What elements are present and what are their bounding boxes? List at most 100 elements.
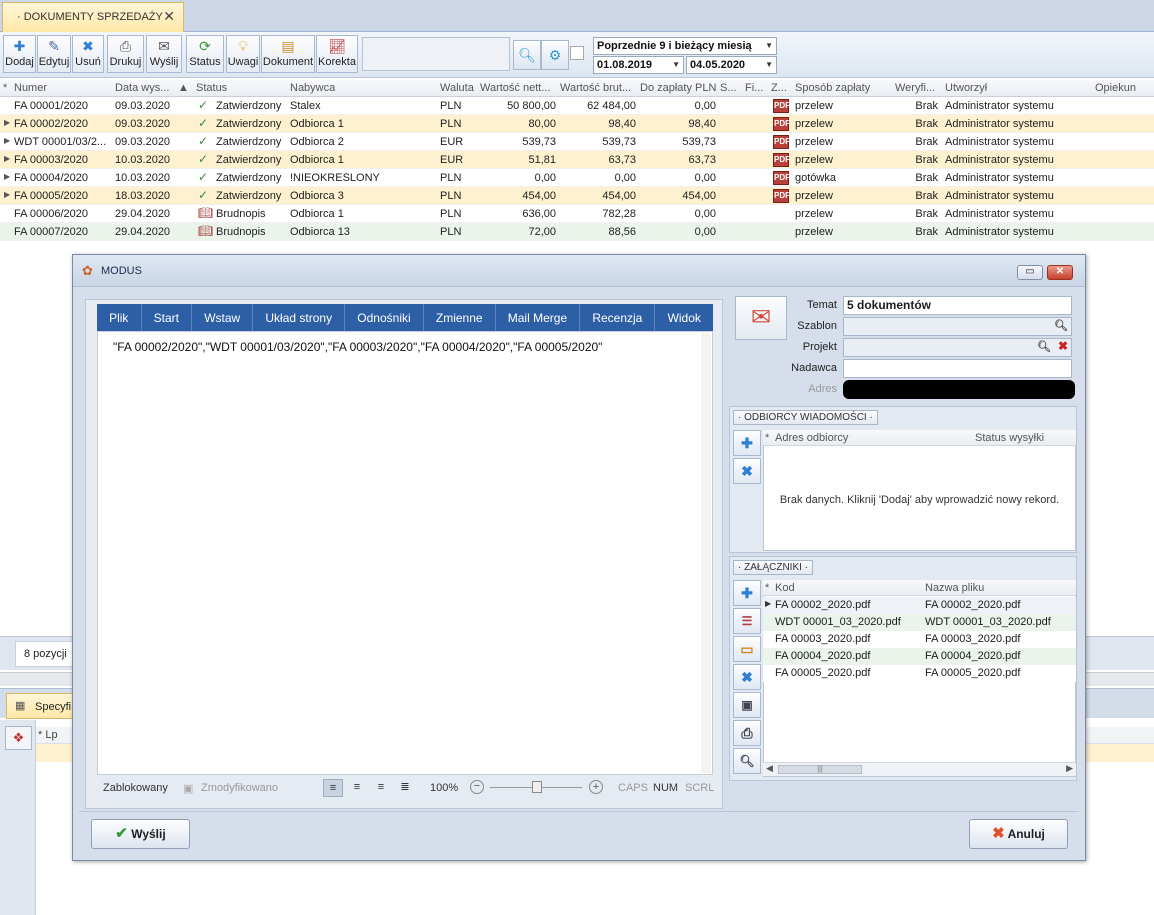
col-header-created-by[interactable]: Utworzył [945,82,987,94]
add-recipient-button[interactable]: ✚ [733,430,761,456]
ribbon-tab-page-layout[interactable]: Układ strony [253,304,346,331]
attachment-row[interactable]: FA 00003_2020.pdf FA 00003_2020.pdf [763,631,1076,648]
scroll-thumb[interactable]: ||| [778,765,862,774]
ribbon-tab-start[interactable]: Start [142,304,193,331]
attachment-row[interactable]: WDT 00001_03_2020.pdf WDT 00001_03_2020.p… [763,614,1076,631]
scroll-right-icon[interactable]: ▶ [1066,763,1073,774]
filter-checkbox[interactable] [570,46,584,60]
col-header-payment[interactable]: Sposób zapłaty [795,82,870,94]
col-header-currency[interactable]: Waluta [440,82,474,94]
table-row[interactable]: ▶ ✓ FA 00002/2020 09.03.2020 Zatwierdzony Odb… [0,115,1154,133]
attachments-hscrollbar[interactable]: ◀ ||| ▶ [763,762,1076,776]
col-header-supervisor[interactable]: Opiekun [1095,82,1136,94]
message-body-editor[interactable] [97,331,713,775]
ribbon-tab-view[interactable]: Widok [655,304,713,331]
print-button[interactable]: ⎙ Drukuj [107,35,144,73]
search-icon[interactable]: 🔍︎ [1054,319,1068,332]
zoom-out-icon[interactable]: − [470,780,484,794]
gift-icon[interactable]: ❖ [5,726,32,750]
pdf-icon[interactable]: PDF [773,189,790,203]
search-icon[interactable]: 🔍︎ [1037,340,1051,353]
printer-icon[interactable]: ⎙ [733,720,761,746]
col-header-date[interactable]: Data wys... [115,82,177,94]
clear-x-icon[interactable]: ✖ [1058,339,1068,353]
restore-icon[interactable]: ▭ [1017,265,1043,280]
ribbon-tab-review[interactable]: Recenzja [580,304,656,331]
align-justify-icon[interactable]: ≣ [395,779,415,797]
align-left-icon[interactable]: ≡ [323,779,343,797]
col-header-net[interactable]: Wartość nett... [480,82,558,94]
status-button[interactable]: ⟳ Status [186,35,224,73]
table-row[interactable]: 📖︎ FA 00007/2020 29.04.2020 Brudnopis Odbior… [0,223,1154,241]
table-row[interactable]: ▶ ✓ WDT 00001/03/2... 09.03.2020 Zatwierdzon… [0,133,1154,151]
col-header-verification[interactable]: Weryfi... [895,82,941,94]
pdf-icon[interactable]: PDF [773,135,790,149]
search-input[interactable] [362,37,510,71]
ribbon-tab-insert[interactable]: Wstaw [192,304,254,331]
col-header-recipient-address[interactable]: Adres odbiorcy [775,432,848,444]
cancel-button[interactable]: ✖ Anuluj [969,819,1068,849]
row-expand-icon[interactable]: ▶ [4,154,10,163]
period-select[interactable]: Poprzednie 9 i bieżący miesią ▼ [593,37,777,55]
date-to-field[interactable]: 04.05.2020 ▼ [686,56,777,74]
document-button[interactable]: ▤ Dokument [261,35,315,73]
tab-specification[interactable]: ▦ Specyfi [6,693,76,719]
preview-icon[interactable]: 🔍︎ [733,748,761,774]
table-row[interactable]: ▶ ✓ FA 00004/2020 10.03.2020 Zatwierdzony !NI… [0,169,1154,187]
edit-button[interactable]: ✎ Edytuj [37,35,71,73]
save-icon[interactable]: ▣ [733,692,761,718]
editor-scrollbar[interactable] [701,333,711,773]
notes-button[interactable]: 💡︎ Uwagi [226,35,260,73]
subject-field[interactable]: 5 dokumentów [843,296,1072,315]
template-field[interactable]: 🔍︎ [843,317,1072,336]
scroll-left-icon[interactable]: ◀ [766,763,773,774]
delete-recipient-button[interactable]: ✖ [733,458,761,484]
add-attachment-button[interactable]: ✚ [733,580,761,606]
search-icon[interactable]: 🔍︎ [513,40,541,70]
attachment-row[interactable]: FA 00004_2020.pdf FA 00004_2020.pdf [763,648,1076,665]
align-center-icon[interactable]: ≡ [347,779,367,797]
table-row[interactable]: ✓ FA 00001/2020 09.03.2020 Zatwierdzony Stal… [0,97,1154,115]
close-icon[interactable]: ✕ [163,8,175,25]
pdf-icon[interactable]: PDF [773,171,790,185]
tab-documents-sales[interactable]: · DOKUMENTY SPRZEDAŻY · ✕ [2,2,184,32]
col-header-gross[interactable]: Wartość brut... [560,82,638,94]
pdf-icon[interactable]: PDF [773,117,790,131]
send-button[interactable]: ✉ Wyślij [146,35,182,73]
col-header-status[interactable]: Status [196,82,227,94]
row-expand-icon[interactable]: ▶ [4,172,10,181]
col-header-s[interactable]: S... [720,82,737,94]
table-row[interactable]: ▶ ✓ FA 00005/2020 18.03.2020 Zatwierdzony Odb… [0,187,1154,205]
table-row[interactable]: 📖︎ FA 00006/2020 29.04.2020 Brudnopis Odbior… [0,205,1154,223]
col-header-send-status[interactable]: Status wysyłki [975,432,1044,444]
correction-button[interactable]: 📈︎ Korekta [316,35,358,73]
attachment-row[interactable]: FA 00005_2020.pdf FA 00005_2020.pdf [763,665,1076,682]
delete-attachment-button[interactable]: ✖ [733,664,761,690]
row-expand-icon[interactable]: ▶ [4,136,10,145]
project-field[interactable]: 🔍︎ ✖ [843,338,1072,357]
close-icon[interactable]: ✕ [1047,265,1073,280]
ribbon-tab-file[interactable]: Plik [97,304,142,331]
row-expand-icon[interactable]: ▶ [4,190,10,199]
list-icon[interactable]: ☰ [733,608,761,634]
pdf-icon[interactable]: PDF [773,153,790,167]
delete-button[interactable]: ✖ Usuń [72,35,104,73]
ribbon-tab-references[interactable]: Odnośniki [345,304,424,331]
table-row[interactable]: ▶ ✓ FA 00003/2020 10.03.2020 Zatwierdzony Odb… [0,151,1154,169]
gear-icon[interactable]: ⚙ [541,40,569,70]
col-header-code[interactable]: Kod [775,582,795,594]
ribbon-tab-variables[interactable]: Zmienne [424,304,496,331]
ribbon-tab-mail-merge[interactable]: Mail Merge [496,304,581,331]
col-header-lp[interactable]: Lp [45,729,57,741]
add-button[interactable]: ✚ Dodaj [3,35,36,73]
zoom-in-icon[interactable]: + [589,780,603,794]
col-header-fi[interactable]: Fi... [745,82,763,94]
col-header-file-name[interactable]: Nazwa pliku [925,582,984,594]
send-dialog-button[interactable]: ✔ Wyślij [91,819,190,849]
zoom-slider-thumb[interactable] [532,781,542,793]
sender-field[interactable] [843,359,1072,378]
col-header-z[interactable]: Z... [771,82,787,94]
col-header-number[interactable]: Numer [14,82,109,94]
open-folder-icon[interactable]: ▭ [733,636,761,662]
col-header-to-pay[interactable]: Do zapłaty PLN [640,82,716,94]
